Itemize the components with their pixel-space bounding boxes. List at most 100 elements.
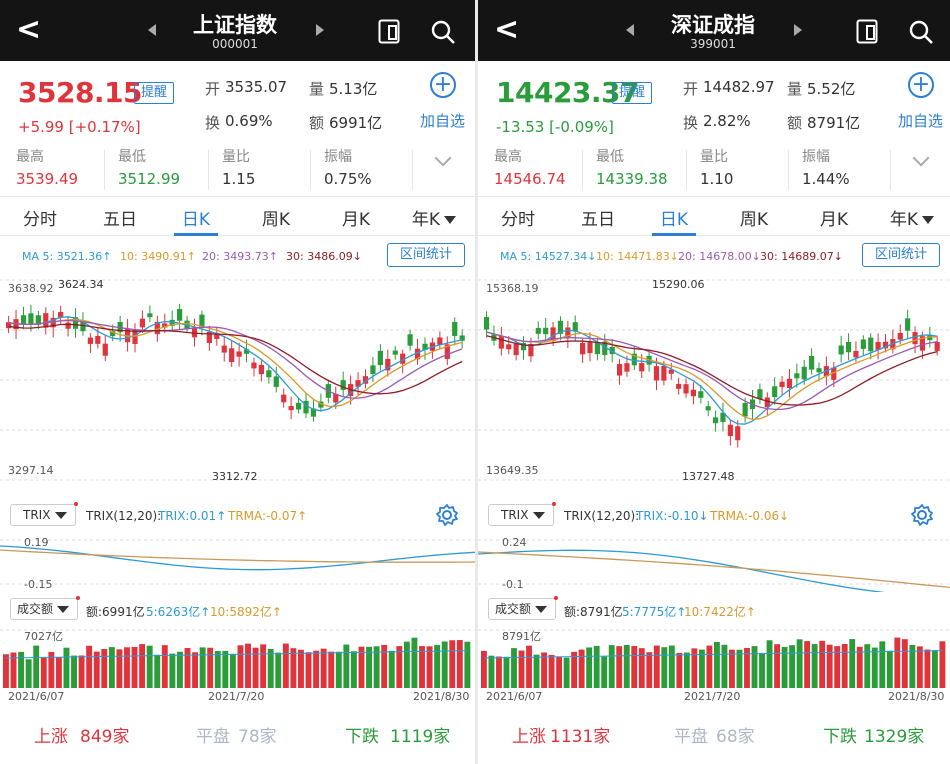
volume-bar bbox=[403, 641, 410, 688]
volume-bar bbox=[864, 644, 871, 688]
tab-5[interactable]: 年K bbox=[882, 205, 942, 230]
candle-body bbox=[28, 313, 34, 325]
volume-bar bbox=[350, 651, 357, 688]
volume-bar bbox=[766, 640, 773, 688]
fall-label: 下跌 bbox=[345, 727, 379, 747]
tab-5[interactable]: 年K bbox=[404, 205, 464, 230]
tab-2[interactable]: 日K bbox=[644, 205, 704, 230]
tab-1[interactable]: 五日 bbox=[90, 205, 150, 230]
volume-bar bbox=[260, 644, 267, 688]
tab-3[interactable]: 周K bbox=[246, 205, 306, 230]
next-index-icon[interactable] bbox=[316, 24, 324, 36]
stat-label: 最低 bbox=[118, 149, 146, 165]
candle-body bbox=[266, 370, 272, 378]
add-watchlist-icon[interactable]: + bbox=[908, 72, 934, 98]
candle-body bbox=[676, 383, 682, 389]
candle-body bbox=[273, 376, 279, 387]
amount-value: 8791亿 bbox=[807, 114, 861, 132]
volume-bar bbox=[541, 652, 547, 688]
volume-indicator-selector[interactable]: 成交额 bbox=[488, 596, 558, 620]
tab-0[interactable]: 分时 bbox=[488, 205, 548, 230]
add-watchlist-button[interactable]: 加自选 bbox=[420, 110, 465, 131]
volume-bar bbox=[298, 649, 304, 688]
volume-bar bbox=[335, 651, 342, 688]
volume-bar bbox=[131, 646, 138, 688]
candle-body bbox=[87, 337, 93, 344]
volume-bar bbox=[526, 645, 532, 688]
price-alert-button[interactable]: 提醒 bbox=[134, 82, 174, 104]
ma-ma20: 20: 14678.00↓ bbox=[678, 250, 761, 263]
candle-body bbox=[683, 384, 689, 394]
settings-gear-icon[interactable] bbox=[435, 503, 459, 527]
settings-gear-icon[interactable] bbox=[910, 503, 934, 527]
next-index-icon[interactable] bbox=[794, 24, 802, 36]
volume-bar bbox=[305, 652, 312, 688]
volume-bar bbox=[601, 656, 608, 688]
candle-body bbox=[281, 394, 287, 403]
candle-body bbox=[587, 342, 593, 354]
landscape-toggle-icon[interactable] bbox=[378, 19, 400, 44]
landscape-toggle-icon[interactable] bbox=[856, 19, 878, 44]
tab-4[interactable]: 月K bbox=[804, 205, 864, 230]
volume-bar bbox=[222, 650, 229, 688]
volume-bar bbox=[199, 647, 206, 688]
volume-bar bbox=[796, 639, 803, 688]
volume-bar bbox=[441, 641, 448, 688]
candle-body bbox=[868, 337, 874, 352]
volume-bar bbox=[396, 646, 403, 688]
volume-bar bbox=[849, 639, 856, 688]
stat-value: 14546.74 bbox=[494, 170, 566, 188]
stat-label: 振幅 bbox=[802, 149, 830, 165]
indicator-selector[interactable]: TRIX bbox=[10, 502, 78, 526]
volume-indicator-selector[interactable]: 成交额 bbox=[10, 596, 80, 620]
candle-body bbox=[698, 391, 704, 398]
volume-bar bbox=[40, 657, 47, 688]
range-stats-button[interactable]: 区间统计 bbox=[862, 243, 940, 267]
volume-bar bbox=[419, 646, 425, 688]
tab-0[interactable]: 分时 bbox=[10, 205, 70, 230]
candle-body bbox=[139, 318, 146, 328]
indicator-selector[interactable]: TRIX bbox=[488, 502, 556, 526]
volume-label: 量 bbox=[787, 80, 803, 98]
divider bbox=[582, 150, 583, 190]
search-icon[interactable] bbox=[908, 19, 934, 45]
tab-3[interactable]: 周K bbox=[724, 205, 784, 230]
volume-ma10: 10:5892亿↑ bbox=[210, 605, 282, 619]
rise-count: 849家 bbox=[80, 727, 130, 747]
volume-bar bbox=[229, 653, 236, 688]
candle-body bbox=[258, 364, 265, 375]
volume-bar bbox=[282, 643, 289, 688]
back-icon[interactable]: < bbox=[494, 12, 519, 48]
volume-bar bbox=[668, 645, 675, 688]
axis-date: 2021/8/30 bbox=[413, 690, 470, 703]
stat-value: 14339.38 bbox=[596, 170, 668, 188]
search-icon[interactable] bbox=[430, 19, 456, 45]
tab-2[interactable]: 日K bbox=[166, 205, 226, 230]
volume-bar bbox=[176, 651, 183, 688]
candle-body bbox=[779, 381, 785, 388]
volume-bar bbox=[207, 647, 214, 688]
prev-index-icon[interactable] bbox=[626, 24, 634, 36]
ma-line bbox=[8, 316, 463, 412]
volume-bar bbox=[593, 645, 600, 688]
volume-bar bbox=[426, 646, 433, 688]
tab-1[interactable]: 五日 bbox=[568, 205, 628, 230]
volume-ma5: 5:7775亿↑ bbox=[622, 605, 687, 619]
axis-date: 2021/7/20 bbox=[208, 690, 265, 703]
prev-index-icon[interactable] bbox=[148, 24, 156, 36]
tab-4[interactable]: 月K bbox=[326, 205, 386, 230]
volume-bar bbox=[320, 648, 327, 688]
add-watchlist-icon[interactable]: + bbox=[430, 72, 456, 98]
stat-label: 最高 bbox=[16, 149, 44, 165]
back-icon[interactable]: < bbox=[16, 12, 41, 48]
price-alert-button[interactable]: 提醒 bbox=[612, 82, 652, 104]
index-title: 深证成指 bbox=[671, 13, 755, 37]
divider bbox=[890, 150, 891, 190]
stats-row: 最高 14546.74 最低 14339.38 量比 1.10 振幅 1.44% bbox=[478, 146, 950, 192]
volume-bar bbox=[3, 654, 9, 688]
indicator-selector-label: TRIX bbox=[501, 508, 529, 522]
volume-bar bbox=[139, 644, 146, 688]
range-stats-button[interactable]: 区间统计 bbox=[387, 243, 465, 267]
add-watchlist-button[interactable]: 加自选 bbox=[898, 110, 943, 131]
volume-bar bbox=[488, 655, 495, 688]
